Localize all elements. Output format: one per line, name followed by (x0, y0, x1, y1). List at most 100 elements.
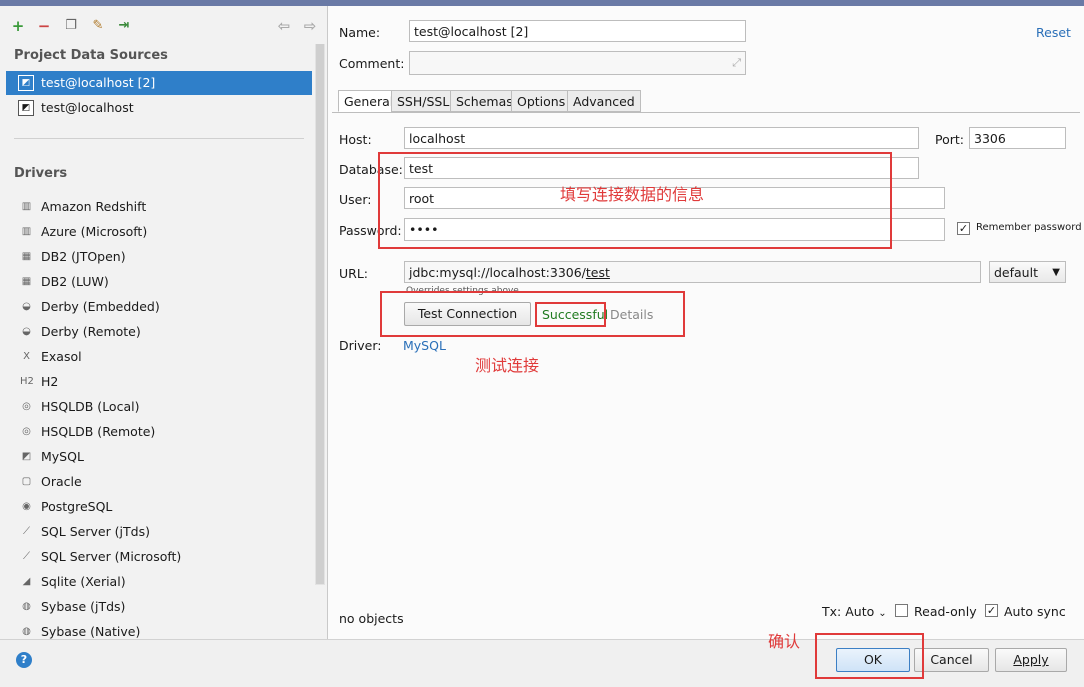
driver-item[interactable]: ⟋ SQL Server (jTds) (14, 520, 304, 544)
drivers-title: Drivers (14, 166, 68, 181)
tab-options[interactable]: Options (511, 90, 572, 112)
auto-sync-label: Auto sync (1004, 604, 1066, 619)
left-panel: + − ❐ ✎ ⇥ ⇦ ⇨ Project Data Sources ◩ tes… (0, 6, 328, 639)
mysql-icon: ◩ (18, 75, 34, 91)
driver-label: Derby (Embedded) (41, 299, 160, 314)
driver-item[interactable]: X Exasol (14, 345, 304, 369)
forward-icon[interactable]: ⇨ (302, 18, 318, 34)
chevron-down-icon: ▼ (1052, 267, 1060, 278)
add-icon[interactable]: + (10, 18, 26, 34)
driver-label: HSQLDB (Remote) (41, 424, 156, 439)
cancel-button[interactable]: Cancel (914, 648, 989, 672)
driver-icon: ◢ (22, 576, 31, 587)
driver-item[interactable]: ▢ Oracle (14, 470, 304, 494)
driver-label: SQL Server (Microsoft) (41, 549, 182, 564)
port-label: Port: (935, 132, 964, 147)
apply-button[interactable]: Apply (995, 648, 1067, 672)
driver-item[interactable]: ▦ DB2 (JTOpen) (14, 245, 304, 269)
driver-icon: H2 (20, 376, 34, 387)
driver-link[interactable]: MySQL (403, 338, 446, 353)
driver-item[interactable]: ◢ Sqlite (Xerial) (14, 570, 304, 594)
driver-item[interactable]: ▥ Amazon Redshift (14, 195, 304, 219)
name-label: Name: (339, 25, 381, 40)
driver-item[interactable]: ◩ MySQL (14, 445, 304, 469)
url-field[interactable]: jdbc:mysql://localhost:3306/test (404, 261, 981, 283)
annotation-box-ok (815, 633, 924, 679)
driver-item[interactable]: ▥ Azure (Microsoft) (14, 220, 304, 244)
driver-label: Oracle (41, 474, 82, 489)
left-scrollbar[interactable] (315, 44, 325, 585)
tx-mode-dropdown[interactable]: Tx: Auto ⌄ (822, 604, 887, 619)
driver-label: Driver: (339, 338, 382, 353)
driver-icon: ▦ (21, 276, 32, 287)
driver-icon: ◩ (21, 451, 32, 462)
driver-item[interactable]: H2 H2 (14, 370, 304, 394)
driver-icon: X (23, 351, 30, 362)
driver-icon: ◍ (22, 626, 31, 637)
tx-mode-label: Tx: Auto (822, 604, 875, 619)
tab-schemas[interactable]: Schemas (450, 90, 519, 112)
project-data-sources-title: Project Data Sources (14, 48, 168, 63)
driver-label: Sqlite (Xerial) (41, 574, 126, 589)
help-icon[interactable]: ? (16, 652, 32, 668)
driver-label: Amazon Redshift (41, 199, 147, 214)
mysql-icon: ◩ (18, 100, 34, 116)
port-field[interactable]: 3306 (969, 127, 1066, 149)
driver-label: Azure (Microsoft) (41, 224, 148, 239)
driver-item[interactable]: ◎ HSQLDB (Remote) (14, 420, 304, 444)
driver-item[interactable]: ⟋ SQL Server (Microsoft) (14, 545, 304, 569)
annotation-box-test (380, 291, 685, 337)
remember-password-checkbox[interactable]: ✓ (957, 222, 970, 235)
annotation-confirm: 确认 (768, 632, 801, 651)
user-label: User: (339, 192, 372, 207)
reset-link[interactable]: Reset (1036, 25, 1071, 40)
driver-label: DB2 (JTOpen) (41, 249, 126, 264)
no-objects-label: no objects (339, 611, 404, 626)
tab-ssh-ssl[interactable]: SSH/SSL (391, 90, 456, 112)
driver-icon: ▥ (21, 226, 32, 237)
expand-icon[interactable]: ⤢ (732, 52, 741, 74)
driver-label: H2 (41, 374, 59, 389)
driver-icon: ▢ (21, 476, 32, 487)
driver-label: Exasol (41, 349, 82, 364)
driver-icon: ◒ (22, 301, 31, 312)
tab-divider (332, 112, 1080, 113)
import-icon[interactable]: ⇥ (116, 18, 132, 34)
driver-icon: ◉ (22, 501, 31, 512)
datasource-item[interactable]: ◩ test@localhost (6, 96, 312, 120)
comment-field[interactable]: ⤢ (409, 51, 746, 75)
driver-label: MySQL (41, 449, 84, 464)
annotation-fill-info: 填写连接数据的信息 (560, 185, 705, 204)
driver-icon: ▦ (21, 251, 32, 262)
host-label: Host: (339, 132, 372, 147)
host-field[interactable]: localhost (404, 127, 919, 149)
datasource-item-selected[interactable]: ◩ test@localhost [2] (6, 71, 312, 95)
annotation-test-connection: 测试连接 (475, 356, 540, 375)
remove-icon[interactable]: − (36, 18, 52, 34)
driver-icon: ◍ (22, 601, 31, 612)
read-only-checkbox[interactable] (895, 604, 908, 617)
driver-item[interactable]: ◒ Derby (Remote) (14, 320, 304, 344)
driver-label: HSQLDB (Local) (41, 399, 140, 414)
tab-advanced[interactable]: Advanced (567, 90, 641, 112)
driver-label: SQL Server (jTds) (41, 524, 150, 539)
driver-item[interactable]: ◉ PostgreSQL (14, 495, 304, 519)
url-database: test (585, 265, 610, 280)
url-mode-select[interactable]: default ▼ (989, 261, 1066, 283)
driver-item[interactable]: ◒ Derby (Embedded) (14, 295, 304, 319)
name-field[interactable]: test@localhost [2] (409, 20, 746, 42)
copy-icon[interactable]: ❐ (63, 18, 79, 34)
driver-icon: ◎ (22, 401, 31, 412)
read-only-label: Read-only (914, 604, 977, 619)
driver-item[interactable]: ◎ HSQLDB (Local) (14, 395, 304, 419)
auto-sync-checkbox[interactable]: ✓ (985, 604, 998, 617)
driver-label: Sybase (jTds) (41, 599, 126, 614)
wrench-icon[interactable]: ✎ (90, 18, 106, 34)
driver-item[interactable]: ▦ DB2 (LUW) (14, 270, 304, 294)
url-label: URL: (339, 266, 369, 281)
comment-label: Comment: (339, 56, 405, 71)
divider (14, 138, 304, 139)
driver-item[interactable]: ◍ Sybase (jTds) (14, 595, 304, 619)
back-icon[interactable]: ⇦ (276, 18, 292, 34)
annotation-box-success (535, 302, 606, 327)
